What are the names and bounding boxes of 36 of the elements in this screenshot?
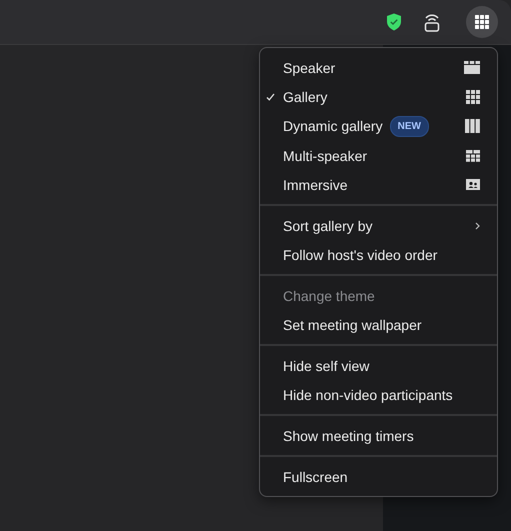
menu-item-label: Follow host's video order	[283, 246, 438, 262]
grid-icon	[475, 15, 489, 29]
connection-icon[interactable]	[424, 12, 440, 32]
menu-item-label: Hide self view	[283, 358, 370, 374]
menu-item-label: Immersive	[283, 176, 348, 192]
menu-item-label: Speaker	[283, 60, 336, 76]
menu-item-label: Change theme	[283, 288, 375, 304]
multi-grid-icon	[466, 150, 480, 162]
menu-item[interactable]: Fullscreen	[260, 462, 497, 491]
chevron-right-icon	[475, 222, 480, 230]
grid-icon	[466, 90, 480, 104]
menu-item[interactable]: Gallery	[260, 82, 497, 111]
menu-item-label: Hide non-video participants	[283, 386, 453, 402]
menu-item[interactable]: Follow host's video order	[260, 240, 497, 269]
menu-item[interactable]: Immersive	[260, 170, 497, 199]
shield-icon[interactable]	[386, 13, 402, 31]
new-badge: NEW	[390, 116, 429, 136]
menu-item[interactable]: Hide self view	[260, 351, 497, 380]
menu-item-label: Dynamic gallery	[283, 118, 383, 134]
menu-item-label: Gallery	[283, 88, 328, 104]
menu-item[interactable]: Multi-speaker	[260, 141, 497, 170]
menu-item[interactable]: Speaker	[260, 53, 497, 82]
menu-item[interactable]: Sort gallery by	[260, 211, 497, 240]
menu-item-label: Set meeting wallpaper	[283, 316, 422, 332]
menu-item[interactable]: Set meeting wallpaper	[260, 310, 497, 339]
menu-item-label: Multi-speaker	[283, 148, 368, 164]
columns-icon	[465, 119, 480, 133]
menu-item-label: Sort gallery by	[283, 218, 372, 234]
menu-item[interactable]: Hide non-video participants	[260, 380, 497, 409]
menu-item[interactable]: Dynamic gallery NEW	[260, 111, 497, 141]
menu-item-label: Show meeting timers	[283, 428, 414, 444]
view-button[interactable]	[466, 6, 498, 38]
people-icon	[466, 179, 480, 190]
menu-item[interactable]: Show meeting timers	[260, 421, 497, 450]
menu-item-label: Fullscreen	[283, 468, 348, 484]
speaker-layout-icon	[464, 61, 480, 74]
